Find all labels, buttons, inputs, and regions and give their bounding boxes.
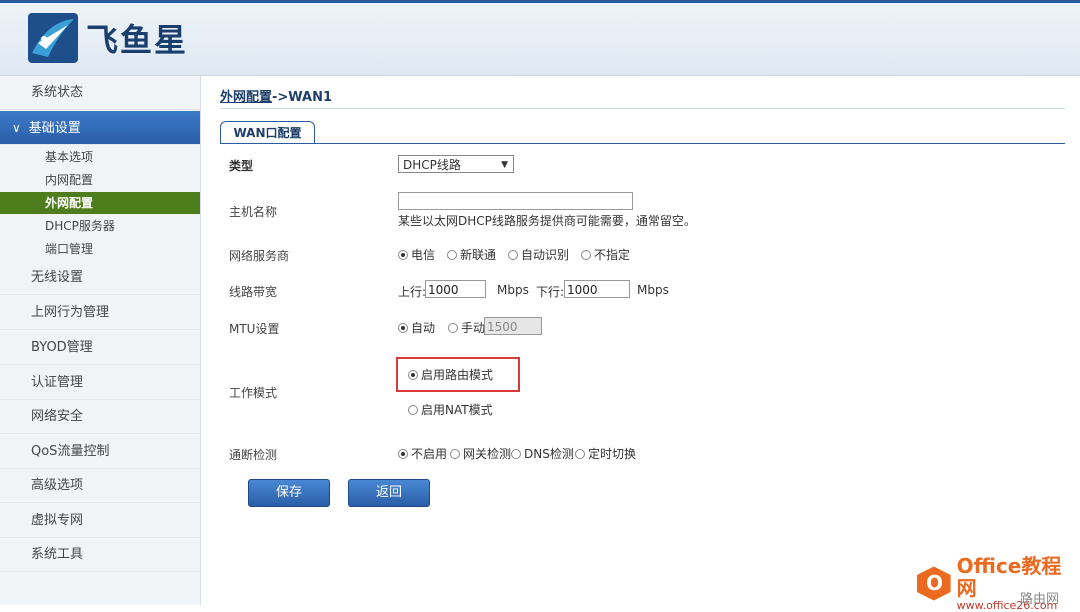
radio-icon bbox=[448, 323, 458, 333]
sidebar-subitem-port-management[interactable]: 端口管理 bbox=[0, 238, 200, 260]
detect-option-off[interactable]: 不启用 bbox=[398, 445, 447, 462]
mtu-label: MTU设置 bbox=[229, 322, 280, 336]
hostname-label: 主机名称 bbox=[229, 205, 278, 219]
mtu-option-auto[interactable]: 自动 bbox=[398, 319, 435, 336]
isp-label: 网络服务商 bbox=[229, 249, 290, 263]
breadcrumb: 外网配置->WAN1 bbox=[220, 86, 332, 105]
sidebar: 系统状态 ∨ 基础设置 基本选项 内网配置 外网配置 DHCP服务器 端口管理 无… bbox=[0, 76, 201, 605]
sidebar-item-wireless[interactable]: 无线设置 bbox=[0, 261, 200, 295]
isp-option-unicom[interactable]: 新联通 bbox=[447, 246, 496, 263]
upload-unit: Mbps bbox=[497, 283, 529, 297]
sidebar-item-system-status[interactable]: 系统状态 bbox=[0, 76, 200, 110]
download-label: 下行: bbox=[536, 285, 565, 299]
back-button[interactable]: 返回 bbox=[348, 479, 430, 507]
sidebar-item-vpn[interactable]: 虚拟专网 bbox=[0, 504, 200, 538]
sidebar-item-label: 基础设置 bbox=[28, 121, 81, 136]
sidebar-item-network-security[interactable]: 网络安全 bbox=[0, 400, 200, 434]
type-label: 类型 bbox=[229, 159, 254, 173]
detect-option-timed[interactable]: 定时切换 bbox=[575, 445, 636, 462]
radio-icon bbox=[511, 449, 521, 459]
sidebar-item-basic-settings[interactable]: ∨ 基础设置 bbox=[0, 111, 200, 145]
mode-option-nat[interactable]: 启用NAT模式 bbox=[408, 401, 493, 418]
sidebar-subitem-lan-config[interactable]: 内网配置 bbox=[0, 169, 200, 191]
isp-option-auto[interactable]: 自动识别 bbox=[508, 246, 569, 263]
download-unit: Mbps bbox=[637, 283, 669, 297]
sidebar-item-qos[interactable]: QoS流量控制 bbox=[0, 435, 200, 469]
fish-star-logo-icon bbox=[28, 13, 78, 63]
isp-option-none[interactable]: 不指定 bbox=[581, 246, 630, 263]
double-chevron-down-icon: ∨ bbox=[12, 121, 21, 135]
mtu-option-manual[interactable]: 手动 bbox=[448, 319, 485, 336]
type-select[interactable]: DHCP线路 ▼ bbox=[398, 155, 514, 173]
watermark-corner: 路由网 bbox=[1020, 592, 1060, 607]
radio-icon bbox=[408, 405, 418, 415]
divider bbox=[220, 108, 1065, 109]
detect-option-gateway[interactable]: 网关检测 bbox=[450, 445, 511, 462]
save-button[interactable]: 保存 bbox=[248, 479, 330, 507]
sidebar-item-system-tools[interactable]: 系统工具 bbox=[0, 538, 200, 572]
radio-checked-icon bbox=[398, 449, 408, 459]
upload-input[interactable]: 1000 bbox=[425, 280, 486, 298]
watermark-url: www.office26.com bbox=[956, 599, 1058, 612]
detect-label: 通断检测 bbox=[229, 448, 278, 462]
detect-option-dns[interactable]: DNS检测 bbox=[511, 445, 574, 462]
radio-icon bbox=[447, 250, 457, 260]
sidebar-subitem-dhcp-server[interactable]: DHCP服务器 bbox=[0, 215, 200, 237]
radio-checked-icon bbox=[398, 250, 408, 260]
radio-icon bbox=[508, 250, 518, 260]
hostname-hint: 某些以太网DHCP线路服务提供商可能需要，通常留空。 bbox=[398, 214, 696, 228]
sidebar-item-advanced[interactable]: 高级选项 bbox=[0, 469, 200, 503]
mtu-input: 1500 bbox=[484, 317, 542, 335]
radio-checked-icon bbox=[398, 323, 408, 333]
sidebar-item-behavior-management[interactable]: 上网行为管理 bbox=[0, 296, 200, 330]
isp-option-telecom[interactable]: 电信 bbox=[398, 246, 435, 263]
type-select-value: DHCP线路 bbox=[403, 158, 461, 172]
office-logo-icon: O bbox=[917, 566, 951, 601]
header-bar: 飞鱼星 bbox=[0, 3, 1080, 76]
radio-icon bbox=[581, 250, 591, 260]
bandwidth-label: 线路带宽 bbox=[229, 285, 278, 299]
dropdown-arrow-icon: ▼ bbox=[501, 160, 508, 170]
brand-name: 飞鱼星 bbox=[86, 21, 189, 59]
breadcrumb-link-wan-config[interactable]: 外网配置 bbox=[220, 90, 272, 105]
radio-icon bbox=[450, 449, 460, 459]
upload-label: 上行: bbox=[398, 285, 427, 299]
sidebar-subitem-wan-config[interactable]: 外网配置 bbox=[0, 192, 200, 214]
sidebar-item-auth[interactable]: 认证管理 bbox=[0, 366, 200, 400]
tab-wan-config[interactable]: WAN口配置 bbox=[220, 121, 315, 144]
download-input[interactable]: 1000 bbox=[564, 280, 630, 298]
hostname-input[interactable] bbox=[398, 192, 633, 210]
mode-option-route[interactable]: 启用路由模式 bbox=[408, 366, 493, 383]
sidebar-subitem-basic-options[interactable]: 基本选项 bbox=[0, 146, 200, 168]
tab-divider bbox=[220, 143, 1065, 144]
mode-label: 工作模式 bbox=[229, 386, 278, 400]
radio-checked-icon bbox=[408, 370, 418, 380]
breadcrumb-current: ->WAN1 bbox=[272, 90, 333, 105]
radio-icon bbox=[575, 449, 585, 459]
brand-logo[interactable]: 飞鱼星 bbox=[28, 13, 188, 63]
watermark-title: Office教程网 bbox=[956, 554, 1062, 600]
sidebar-item-byod[interactable]: BYOD管理 bbox=[0, 331, 200, 365]
